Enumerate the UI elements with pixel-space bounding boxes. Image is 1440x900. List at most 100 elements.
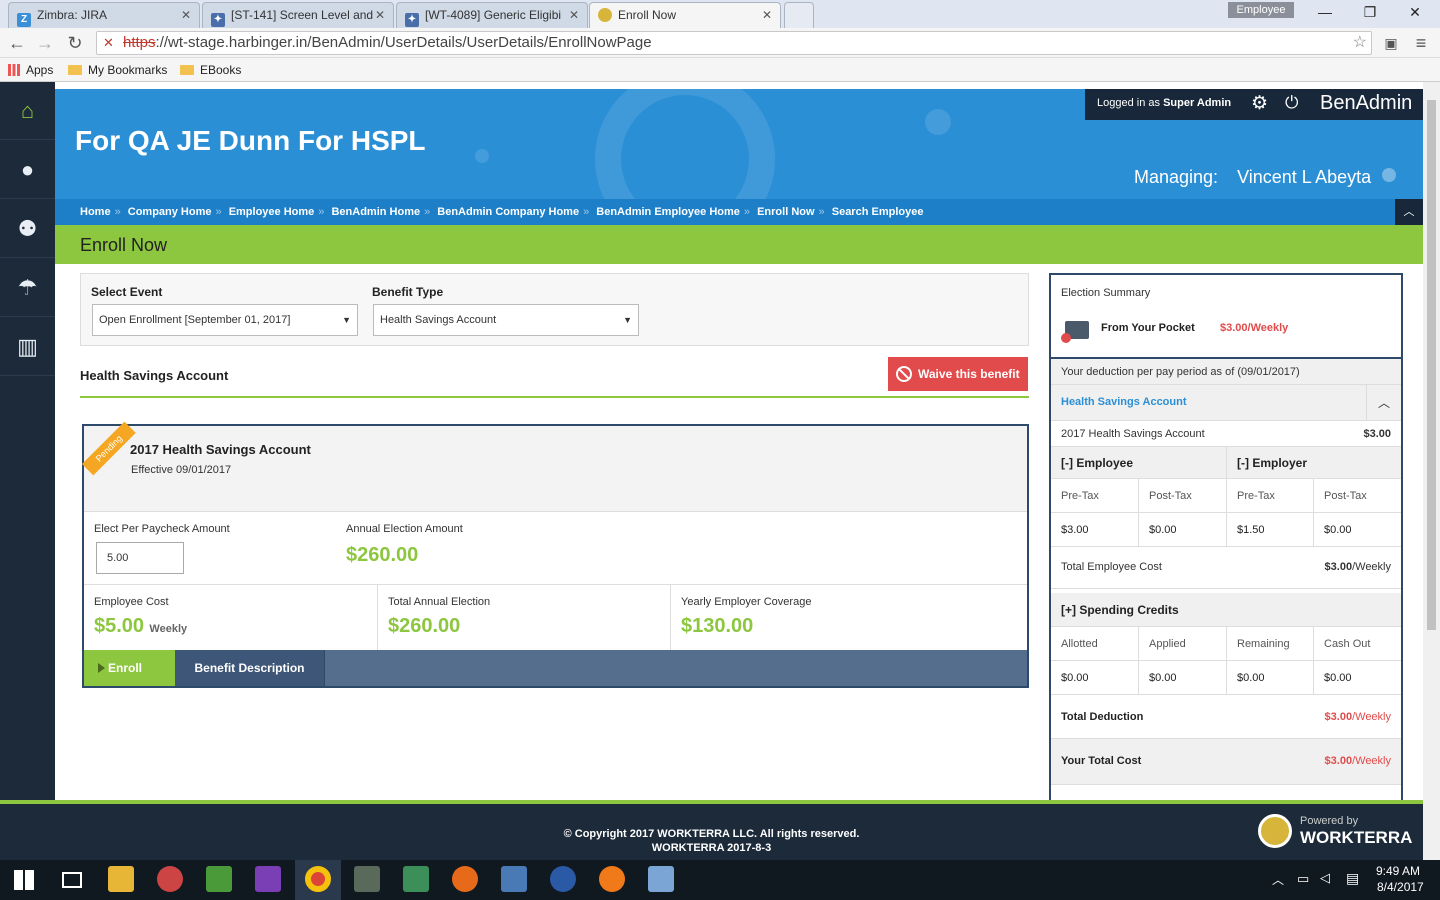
breadcrumb-benadmin-employee-home[interactable]: BenAdmin Employee Home xyxy=(596,206,740,218)
play-icon xyxy=(98,663,105,673)
info-icon[interactable] xyxy=(1382,168,1397,182)
browser-tab-zimbra[interactable]: Z Zimbra: JIRA ✕ xyxy=(8,2,200,28)
firefox-icon[interactable] xyxy=(452,866,478,892)
breadcrumb-employee-home[interactable]: Employee Home xyxy=(229,206,315,218)
minus-badge-icon xyxy=(1061,333,1071,343)
elect-amount-input[interactable]: 5.00 xyxy=(96,542,184,574)
reports-chart-icon[interactable]: ▥ xyxy=(0,318,55,376)
app-icon[interactable] xyxy=(501,866,527,892)
app-icon[interactable] xyxy=(550,866,576,892)
breadcrumb-benadmin-company-home[interactable]: BenAdmin Company Home xyxy=(437,206,579,218)
collapse-header-icon[interactable]: ︿ xyxy=(1395,199,1423,225)
network-icon[interactable]: ▭ xyxy=(1297,871,1309,887)
benefits-umbrella-icon[interactable]: ☂ xyxy=(0,259,55,317)
jira-icon: ✦ xyxy=(211,13,225,27)
bookmark-apps[interactable]: Apps xyxy=(8,58,53,82)
total-annual-value: $260.00 xyxy=(388,615,461,637)
maximize-icon[interactable]: ❐ xyxy=(1360,4,1380,22)
clock-time[interactable]: 9:49 AM xyxy=(1376,864,1420,878)
reload-icon[interactable]: ↻ xyxy=(64,32,86,54)
notification-icon[interactable]: ▤ xyxy=(1346,870,1359,887)
chevron-up-icon[interactable]: ︿ xyxy=(1272,871,1284,888)
user-icon[interactable]: ● xyxy=(0,141,55,199)
waive-benefit-button[interactable]: Waive this benefit xyxy=(888,357,1028,391)
close-icon[interactable]: ✕ xyxy=(762,3,772,27)
hsa-group-title[interactable]: Health Savings Account xyxy=(1061,396,1187,408)
home-icon[interactable]: ⌂ xyxy=(0,82,55,140)
profile-badge[interactable]: Employee xyxy=(1228,2,1294,18)
employee-cost-value: $5.00 xyxy=(94,615,145,637)
benefit-description-tab[interactable]: Benefit Description xyxy=(175,650,325,686)
bookmark-my-bookmarks[interactable]: My Bookmarks xyxy=(68,58,167,82)
gear-icon[interactable]: ⚙ xyxy=(1251,92,1268,115)
app-icon[interactable] xyxy=(403,866,429,892)
chrome-icon[interactable] xyxy=(305,866,331,892)
select-event-value: Open Enrollment [September 01, 2017] xyxy=(99,314,291,326)
bookmark-star-icon[interactable]: ☆ xyxy=(1353,32,1367,54)
power-icon[interactable]: ⏻ xyxy=(1285,93,1298,113)
forward-icon[interactable]: → xyxy=(34,32,56,54)
cell-value: $0.00 xyxy=(1227,661,1314,694)
close-icon[interactable]: ✕ xyxy=(569,3,579,27)
select-event-dropdown[interactable]: Open Enrollment [September 01, 2017] ▼ xyxy=(92,304,358,336)
windows-start-icon[interactable] xyxy=(14,870,34,890)
ban-icon xyxy=(896,366,912,382)
tab-title: [WT-4089] Generic Eligibi xyxy=(425,8,562,22)
clock-date[interactable]: 8/4/2017 xyxy=(1377,880,1424,894)
app-name: BenAdmin xyxy=(1320,92,1413,114)
minimize-icon[interactable]: — xyxy=(1315,4,1335,22)
cost-row: Employee Cost $5.00 Weekly Total Annual … xyxy=(84,584,1027,651)
browser-tab-enroll-now[interactable]: Enroll Now ✕ xyxy=(589,2,781,28)
employer-header[interactable]: [-] Employer xyxy=(1227,447,1401,479)
breadcrumb-benadmin-home[interactable]: BenAdmin Home xyxy=(331,206,420,218)
bookmark-ebooks[interactable]: EBooks xyxy=(180,58,241,82)
breadcrumb-company-home[interactable]: Company Home xyxy=(128,206,212,218)
breadcrumb-search-employee[interactable]: Search Employee xyxy=(832,206,924,218)
your-total-value: $3.00 xyxy=(1324,755,1353,767)
app-icon[interactable] xyxy=(157,866,183,892)
employee-header[interactable]: [-] Employee xyxy=(1051,447,1227,478)
managing-name[interactable]: Vincent L Abeyta xyxy=(1237,167,1371,187)
close-icon[interactable]: ✕ xyxy=(375,3,385,27)
breadcrumb-enroll-now[interactable]: Enroll Now xyxy=(757,206,814,218)
volume-icon[interactable]: ◁ xyxy=(1320,870,1330,886)
app-icon[interactable] xyxy=(599,866,625,892)
url-bar[interactable]: ✕ https://wt-stage.harbinger.in/BenAdmin… xyxy=(96,31,1372,55)
spending-credits-header[interactable]: [+] Spending Credits xyxy=(1061,603,1179,617)
close-window-icon[interactable]: ✕ xyxy=(1405,4,1425,22)
browser-tab-st141[interactable]: ✦ [ST-141] Screen Level and ✕ xyxy=(202,2,394,28)
col-header: Remaining xyxy=(1227,627,1314,660)
chevron-up-icon[interactable]: ︿ xyxy=(1366,385,1401,421)
annual-election-label: Annual Election Amount xyxy=(346,523,463,535)
left-sidebar: ⌂ ● ⚉ ☂ ▥ xyxy=(0,82,55,800)
breadcrumb-home[interactable]: Home xyxy=(80,206,111,218)
file-explorer-icon[interactable] xyxy=(108,866,134,892)
contribution-header-row: [-] Employee [-] Employer xyxy=(1051,447,1401,479)
extension-icon[interactable]: ▣ xyxy=(1380,32,1402,54)
select-event-label: Select Event xyxy=(91,285,163,299)
close-icon[interactable]: ✕ xyxy=(181,3,191,27)
app-icon[interactable] xyxy=(648,866,674,892)
visual-studio-icon[interactable] xyxy=(255,866,281,892)
new-tab-button[interactable] xyxy=(784,2,814,28)
summary-plan-name: 2017 Health Savings Account xyxy=(1061,428,1205,440)
enroll-button[interactable]: Enroll xyxy=(84,650,175,686)
bookmark-label: My Bookmarks xyxy=(88,63,168,77)
filter-panel: Select Event Open Enrollment [September … xyxy=(80,273,1029,346)
employee-cost-cell: Employee Cost $5.00 Weekly xyxy=(84,585,378,651)
task-view-icon[interactable] xyxy=(62,872,82,888)
scrollbar-thumb[interactable] xyxy=(1427,100,1436,630)
hsa-group-row[interactable]: Health Savings Account ︿ xyxy=(1051,385,1401,421)
app-icon[interactable] xyxy=(354,866,380,892)
benefit-type-value: Health Savings Account xyxy=(380,314,497,326)
browser-tab-wt4089[interactable]: ✦ [WT-4089] Generic Eligibi ✕ xyxy=(396,2,588,28)
app-icon[interactable] xyxy=(206,866,232,892)
users-icon[interactable]: ⚉ xyxy=(0,200,55,258)
plan-header: 2017 Health Savings Account Effective 09… xyxy=(84,426,1027,512)
chrome-menu-icon[interactable]: ≡ xyxy=(1410,32,1432,54)
total-annual-label: Total Annual Election xyxy=(388,596,491,608)
browser-tab-strip: Z Zimbra: JIRA ✕ ✦ [ST-141] Screen Level a… xyxy=(0,0,1440,28)
back-icon[interactable]: ← xyxy=(6,32,28,54)
frequency-suffix: /Weekly xyxy=(1352,561,1391,573)
benefit-type-dropdown[interactable]: Health Savings Account ▼ xyxy=(373,304,639,336)
